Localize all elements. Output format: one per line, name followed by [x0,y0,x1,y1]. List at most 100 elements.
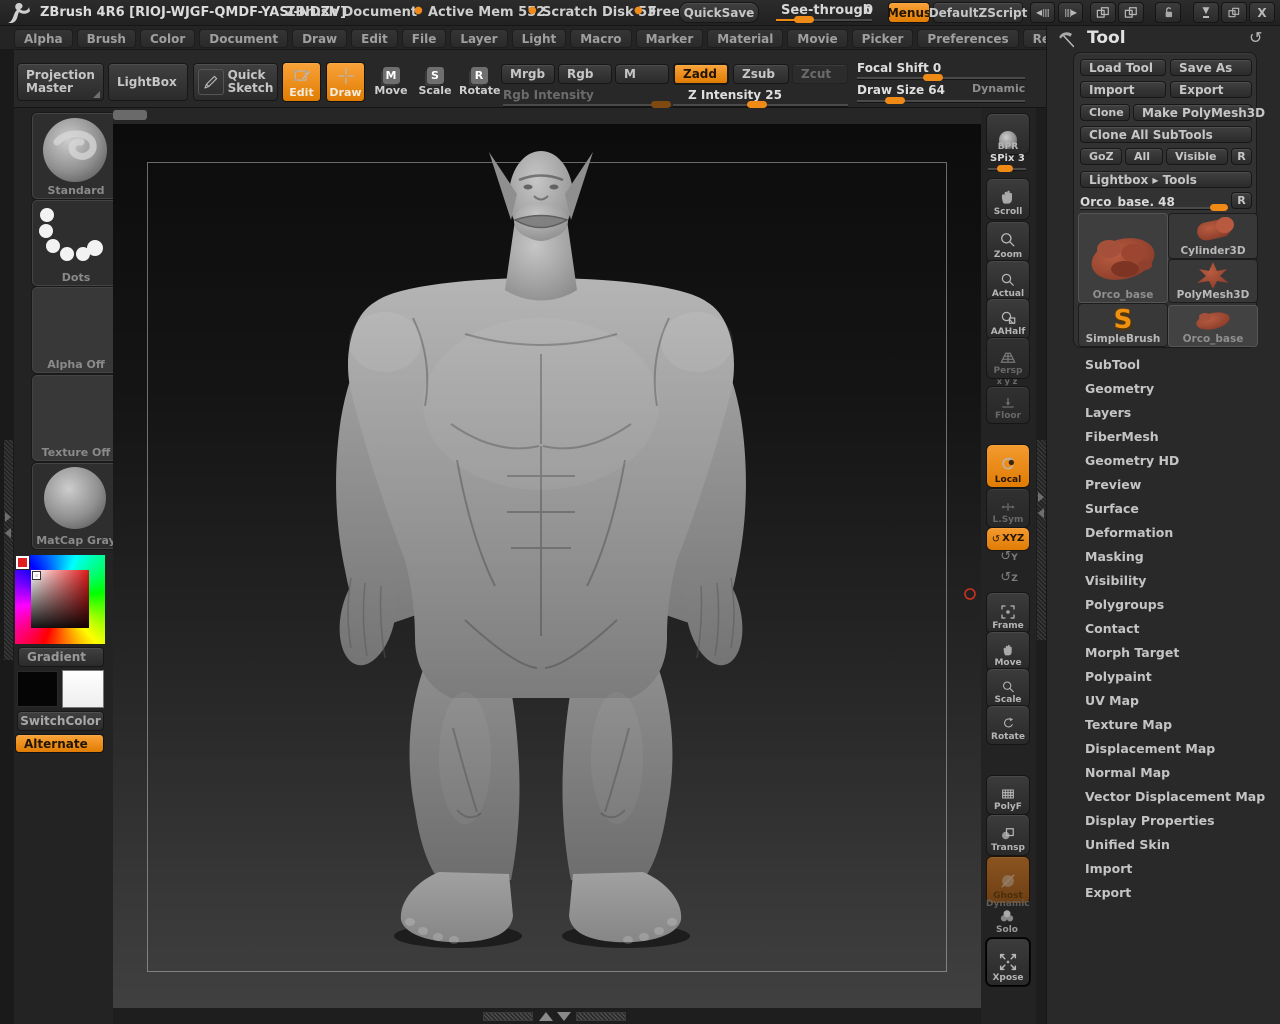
default-zscript-button[interactable]: DefaultZScript [929,2,1027,23]
section-display-properties[interactable]: Display Properties [1085,813,1215,828]
move-palette-left-button[interactable] [1090,2,1116,23]
scroll-down-icon[interactable] [557,1012,571,1021]
see-through-slider[interactable] [776,16,872,23]
ghost-button[interactable]: Ghost [986,856,1030,904]
frame-button[interactable]: Frame [986,592,1030,634]
h-scrollbar-right[interactable] [576,1012,626,1021]
import-button[interactable]: Import [1080,81,1166,98]
xyz-button[interactable]: ↺ XYZ [986,527,1030,551]
main-color-swatch[interactable] [17,671,58,707]
z-rotate-button[interactable]: ↺Z [994,570,1024,585]
section-subtool[interactable]: SubTool [1085,357,1140,372]
close-button[interactable]: X [1249,2,1275,23]
section-polypaint[interactable]: Polypaint [1085,669,1152,684]
save-as-button[interactable]: Save As [1170,59,1252,76]
zadd-button[interactable]: Zadd [673,63,729,85]
section-texture-map[interactable]: Texture Map [1085,717,1172,732]
secondary-color-swatch[interactable] [62,670,104,708]
scroll-button[interactable]: Scroll [986,178,1030,220]
tool-r-button[interactable]: R [1231,192,1252,209]
section-layers[interactable]: Layers [1085,405,1131,420]
section-uv-map[interactable]: UV Map [1085,693,1139,708]
menu-layer[interactable]: Layer [450,29,508,48]
cylinder3d-thumbnail[interactable]: Cylinder3D [1168,213,1258,259]
shrink-left-tray-button[interactable]: ◀ |||| [1030,2,1055,23]
move-mode-button[interactable]: M Move [372,64,410,97]
alternate-button[interactable]: Alternate [15,734,104,753]
section-deformation[interactable]: Deformation [1085,525,1173,540]
section-masking[interactable]: Masking [1085,549,1144,564]
orco-base-thumbnail[interactable]: Orco_base [1168,305,1258,347]
load-tool-button[interactable]: Load Tool [1080,59,1166,76]
lightbox-tools-button[interactable]: Lightbox ▸ Tools [1080,171,1252,188]
section-import[interactable]: Import [1085,861,1132,876]
scroll-up-icon[interactable] [539,1012,553,1021]
rotate-mode-button[interactable]: R Rotate [459,64,500,97]
lightbox-button[interactable]: LightBox [108,63,188,101]
menu-file[interactable]: File [401,29,447,48]
section-morph-target[interactable]: Morph Target [1085,645,1179,660]
canvas-area[interactable] [113,108,981,1024]
polyf-button[interactable]: PolyF [986,775,1030,815]
section-vector-displacement-map[interactable]: Vector Displacement Map [1085,789,1265,804]
menu-macro[interactable]: Macro [570,29,632,48]
section-geometry[interactable]: Geometry [1085,381,1154,396]
goz-all-button[interactable]: All [1125,148,1163,165]
menu-light[interactable]: Light [511,29,567,48]
active-tool-slider[interactable]: Orco_base. 48 [1080,191,1228,211]
section-contact[interactable]: Contact [1085,621,1139,636]
section-preview[interactable]: Preview [1085,477,1141,492]
bpr-button[interactable]: BPR [986,113,1030,155]
draw-size-slider[interactable] [857,97,1025,104]
clone-all-subtools-button[interactable]: Clone All SubTools [1080,126,1252,143]
menu-color[interactable]: Color [139,29,196,48]
zsub-button[interactable]: Zsub [733,64,789,84]
section-fibermesh[interactable]: FiberMesh [1085,429,1159,444]
transp-button[interactable]: Transp [986,814,1030,856]
current-material-button[interactable]: MatCap Gray [32,463,120,549]
focal-shift-slider[interactable] [857,74,1025,81]
right-tray-divider[interactable] [1037,440,1046,640]
menu-material[interactable]: Material [707,29,784,48]
xpose-button[interactable]: Xpose [986,938,1030,986]
persp-button[interactable]: Persp [986,337,1030,379]
solo-button[interactable]: Solo [990,907,1024,935]
document[interactable] [113,124,981,1008]
menus-button[interactable]: Menus [887,2,931,23]
gradient-button[interactable]: Gradient [18,647,104,667]
section-surface[interactable]: Surface [1085,501,1139,516]
menu-edit[interactable]: Edit [351,29,398,48]
canvas-top-scrollbar[interactable] [113,110,147,120]
menu-document[interactable]: Document [199,29,289,48]
quicksave-button[interactable]: QuickSave [679,2,759,23]
shrink-right-tray-button[interactable]: |||| ▶ [1058,2,1083,23]
menu-marker[interactable]: Marker [635,29,704,48]
goz-button[interactable]: GoZ [1080,148,1122,165]
m-button[interactable]: M [615,64,669,84]
section-geometry-hd[interactable]: Geometry HD [1085,453,1179,468]
scale-mode-button[interactable]: S Scale [416,64,454,97]
scale-3d-button[interactable]: Scale [986,668,1030,708]
section-polygroups[interactable]: Polygroups [1085,597,1164,612]
goz-r-button[interactable]: R [1231,148,1252,165]
draw-button[interactable]: Draw [326,62,365,102]
current-brush-button[interactable]: Standard [32,113,120,199]
menu-preferences[interactable]: Preferences [917,29,1019,48]
edit-button[interactable]: Edit [282,62,321,102]
rgb-button[interactable]: Rgb [558,64,612,84]
zoom-button[interactable]: Zoom [986,221,1030,263]
clone-button[interactable]: Clone [1080,104,1130,121]
lsym-button[interactable]: L.Sym [986,488,1030,528]
z-intensity-slider[interactable] [673,101,848,108]
zcut-button[interactable]: Zcut [792,64,848,84]
current-stroke-button[interactable]: Dots [32,200,120,286]
spix-slider[interactable] [988,165,1026,172]
projection-master-button[interactable]: Projection Master [17,63,104,101]
y-rotate-button[interactable]: ↺Y [994,549,1024,564]
make-polymesh3d-button[interactable]: Make PolyMesh3D [1133,104,1265,121]
menu-movie[interactable]: Movie [787,29,848,48]
lock-button[interactable] [1155,2,1181,23]
minimize-button[interactable]: ▼ [1193,2,1219,23]
menu-brush[interactable]: Brush [76,29,136,48]
color-picker[interactable] [15,555,105,644]
